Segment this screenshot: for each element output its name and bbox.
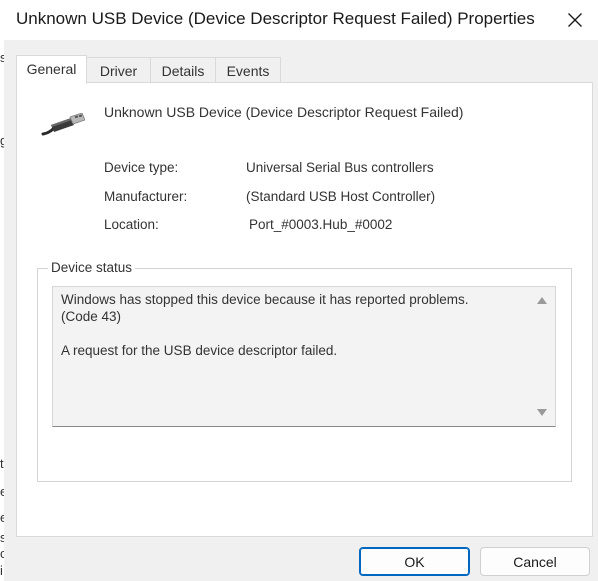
device-status-textbox[interactable]: Windows has stopped this device because … — [52, 286, 556, 427]
tab-label: General — [26, 61, 77, 77]
scroll-up-arrow-icon[interactable] — [537, 297, 547, 304]
manufacturer-value: (Standard USB Host Controller) — [246, 189, 436, 204]
device-type-value: Universal Serial Bus controllers — [246, 160, 434, 175]
general-tab-panel: Unknown USB Device (Device Descriptor Re… — [16, 82, 593, 537]
device-status-group: Device status Windows has stopped this d… — [37, 260, 572, 482]
window-title: Unknown USB Device (Device Descriptor Re… — [16, 9, 535, 28]
device-status-legend: Device status — [48, 260, 136, 275]
manufacturer-label: Manufacturer: — [104, 189, 188, 204]
tab-driver[interactable]: Driver — [86, 57, 151, 83]
ok-button[interactable]: OK — [359, 547, 470, 576]
usb-connector-icon — [41, 112, 86, 142]
tab-label: Driver — [99, 63, 138, 79]
ok-button-label: OK — [404, 554, 425, 570]
scroll-down-arrow-icon[interactable] — [537, 409, 547, 416]
tab-label: Events — [226, 63, 270, 79]
tab-general[interactable]: General — [16, 55, 87, 84]
device-type-label: Device type: — [104, 160, 179, 175]
title-bar[interactable]: Unknown USB Device (Device Descriptor Re… — [4, 0, 598, 40]
tab-label: Details — [161, 63, 205, 79]
tab-details[interactable]: Details — [150, 57, 216, 83]
device-name: Unknown USB Device (Device Descriptor Re… — [104, 104, 464, 120]
cancel-button-label: Cancel — [513, 554, 557, 570]
background-text-fragment: i — [0, 563, 3, 578]
tab-events[interactable]: Events — [215, 57, 281, 83]
properties-dialog: Unknown USB Device (Device Descriptor Re… — [4, 0, 598, 581]
close-button[interactable] — [552, 0, 598, 40]
location-label: Location: — [104, 217, 159, 232]
close-icon — [568, 13, 582, 27]
device-status-text: Windows has stopped this device because … — [61, 292, 469, 358]
location-value: Port_#0003.Hub_#0002 — [249, 217, 393, 232]
cancel-button[interactable]: Cancel — [480, 547, 590, 576]
